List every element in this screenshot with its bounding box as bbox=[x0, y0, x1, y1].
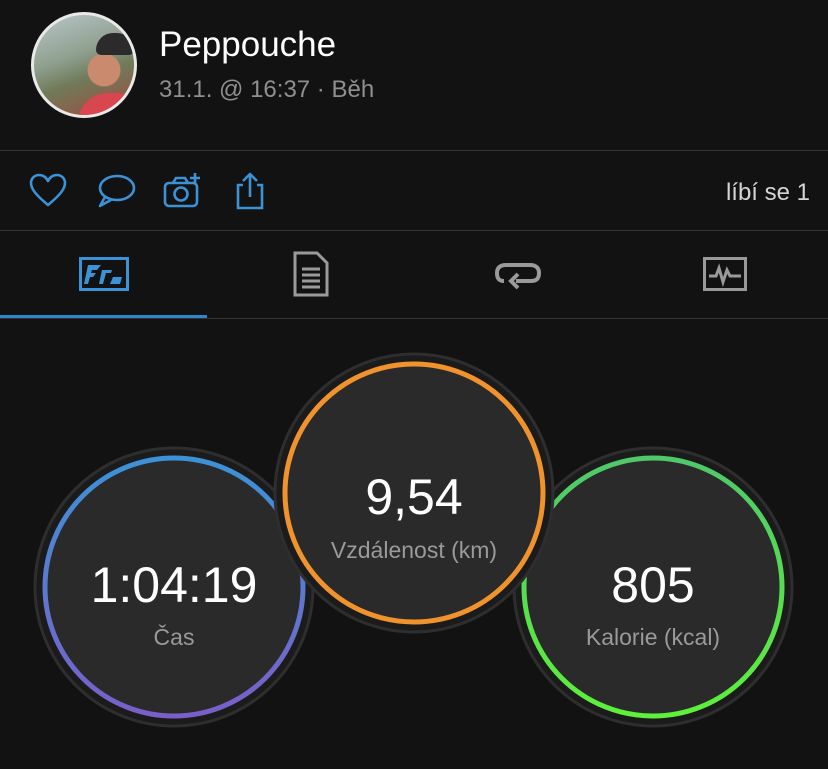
activity-meta: 31.1. @ 16:37 · Běh bbox=[159, 76, 375, 103]
distance-value: 9,54 bbox=[365, 469, 463, 525]
tab-charts[interactable] bbox=[621, 231, 828, 317]
repeat-icon bbox=[494, 263, 541, 290]
activity-header: Peppouche 31.1. @ 16:37 · Běh bbox=[0, 0, 828, 150]
distance-stat-circle[interactable]: 9,54 Vzdálenost (km) bbox=[273, 352, 555, 634]
likes-count[interactable]: líbí se 1 bbox=[726, 179, 810, 207]
avatar-helmet bbox=[96, 33, 134, 55]
avatar-shirt bbox=[78, 93, 134, 115]
distance-label: Vzdálenost (km) bbox=[330, 537, 498, 563]
share-icon[interactable] bbox=[230, 171, 270, 211]
document-list-icon bbox=[293, 251, 328, 297]
add-photo-icon[interactable] bbox=[163, 171, 203, 211]
activity-summary-icon bbox=[78, 257, 129, 291]
heart-rate-chart-icon bbox=[702, 257, 747, 291]
tab-details[interactable] bbox=[207, 231, 414, 317]
heart-icon[interactable] bbox=[28, 171, 68, 211]
action-bar: líbí se 1 bbox=[0, 151, 828, 230]
divider bbox=[0, 318, 828, 319]
user-name[interactable]: Peppouche bbox=[159, 25, 336, 65]
tab-overview[interactable] bbox=[0, 231, 207, 317]
tab-bar bbox=[0, 231, 828, 319]
avatar[interactable] bbox=[31, 12, 137, 118]
tab-laps[interactable] bbox=[414, 231, 621, 317]
comment-icon[interactable] bbox=[96, 171, 136, 211]
